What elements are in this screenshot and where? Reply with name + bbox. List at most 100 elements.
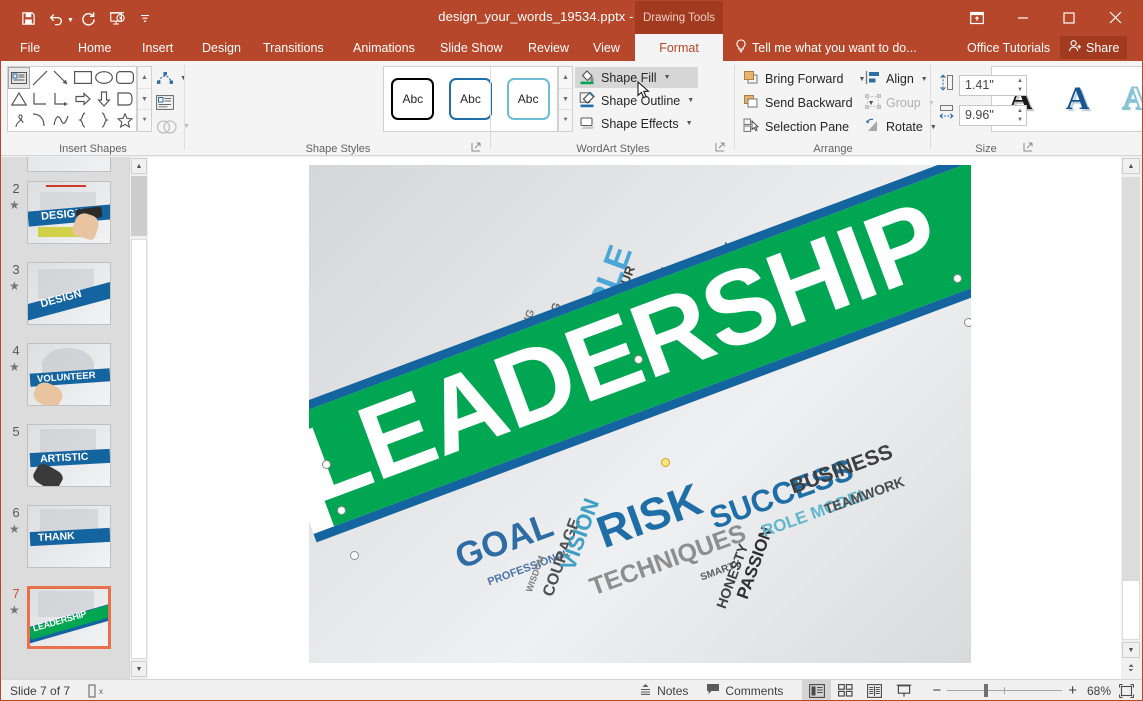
shape-style-preset-2[interactable]: Abc — [449, 78, 492, 120]
shapes-gallery[interactable] — [7, 66, 137, 132]
zoom-level-label[interactable]: 68% — [1083, 680, 1115, 701]
slide-surface[interactable]: MEETING PROCESSING PEOPLE ENTREPRENEUR H… — [309, 165, 971, 663]
wordart-dialog-launcher[interactable] — [715, 142, 727, 154]
wordart-preset-2[interactable]: A — [1066, 81, 1090, 118]
shape-styles-dialog-launcher[interactable] — [471, 142, 483, 154]
send-backward-button[interactable]: Send Backward ▼ — [741, 92, 877, 114]
right-arrow-shape[interactable] — [73, 89, 93, 109]
slide-scrollbar[interactable]: ▲ ▼ ⏶ ⏷ — [1121, 157, 1142, 679]
close-icon[interactable] — [1092, 1, 1138, 34]
rounded-rectangle-shape[interactable] — [115, 68, 135, 88]
thumbnail-image[interactable]: DESIGN — [27, 181, 111, 244]
comments-icon — [706, 683, 720, 698]
selection-handle-rotate[interactable] — [634, 355, 643, 364]
selection-handle-bottom-left[interactable] — [350, 551, 359, 560]
shape-width-input[interactable]: 9.96" ▲▼ — [959, 105, 1027, 126]
slide-thumbnail-pane[interactable]: 2 ★ DESIGN 3 ★ DESIGN 4 — [1, 157, 129, 679]
shape-width-stepper[interactable]: ▲▼ — [1017, 107, 1023, 125]
selection-handle-right[interactable] — [964, 318, 971, 327]
shapes-gallery-scroll[interactable]: ▲ ▼ ⯆ — [137, 66, 152, 132]
thumb-scroll-thumb[interactable] — [131, 176, 147, 236]
notes-button[interactable]: Notes — [630, 680, 697, 701]
thumbnail-image[interactable]: ARTISTIC — [27, 424, 111, 487]
wordart-preset-3[interactable]: A — [1123, 81, 1143, 118]
tab-format[interactable]: Format — [635, 34, 723, 61]
language-check-icon[interactable]: x — [79, 680, 113, 701]
tab-file[interactable]: File — [9, 34, 51, 61]
selection-handle-top-left[interactable] — [322, 460, 331, 469]
zoom-slider[interactable] — [947, 680, 1062, 701]
shapes-scroll-up-icon[interactable]: ▲ — [138, 67, 151, 89]
slide-scroll-track[interactable] — [1122, 177, 1140, 580]
thumbnail-image[interactable] — [27, 157, 111, 172]
tab-slide-show[interactable]: Slide Show — [429, 34, 514, 61]
tab-view[interactable]: View — [582, 34, 631, 61]
triangle-shape[interactable] — [9, 89, 29, 109]
zoom-in-button[interactable]: + — [1062, 680, 1083, 701]
rectangle-shape[interactable] — [73, 68, 93, 88]
tab-home[interactable]: Home — [67, 34, 122, 61]
tab-review[interactable]: Review — [517, 34, 580, 61]
slide-indicator[interactable]: Slide 7 of 7 — [1, 680, 79, 701]
down-arrow-shape[interactable] — [94, 89, 114, 109]
oval-shape[interactable] — [94, 68, 114, 88]
tab-transitions[interactable]: Transitions — [252, 34, 335, 61]
elbow-arrow-connector-shape[interactable] — [51, 89, 71, 109]
arrow-line-shape[interactable] — [51, 68, 71, 88]
thumb-scroll-down-button[interactable]: ▼ — [131, 661, 147, 677]
scribble-shape[interactable] — [9, 110, 29, 130]
tab-insert[interactable]: Insert — [131, 34, 184, 61]
slide-scroll-thumb[interactable] — [1122, 580, 1140, 640]
zoom-out-button[interactable]: − — [926, 680, 947, 701]
tab-animations[interactable]: Animations — [342, 34, 426, 61]
selection-handle-top-right[interactable] — [953, 274, 962, 283]
reading-view-button[interactable] — [860, 680, 889, 701]
selection-pane-button[interactable]: Selection Pane — [741, 116, 877, 138]
rotate-button[interactable]: Rotate ▼ — [863, 116, 939, 138]
shape-height-input[interactable]: 1.41" ▲▼ — [959, 75, 1027, 96]
star-shape[interactable] — [115, 110, 135, 130]
shapes-more-icon[interactable]: ⯆ — [138, 110, 151, 131]
thumbnail-scrollbar[interactable]: ▲ ▼ — [129, 157, 147, 679]
thumbnail-image[interactable]: THANK — [27, 505, 111, 568]
comments-button[interactable]: Comments — [697, 680, 792, 701]
tab-design[interactable]: Design — [191, 34, 252, 61]
restore-icon[interactable] — [1046, 1, 1092, 34]
ribbon-group-insert-shapes: ▲ ▼ ⯆ ▼ ▼ Insert Shapes — [1, 61, 185, 156]
shape-style-preset-1[interactable]: Abc — [391, 78, 434, 120]
thumb-scroll-track[interactable] — [131, 239, 147, 659]
tell-me-box[interactable]: Tell me what you want to do... — [735, 34, 917, 61]
right-brace-shape[interactable] — [94, 110, 114, 130]
line-shape[interactable] — [30, 68, 50, 88]
left-brace-shape[interactable] — [73, 110, 93, 130]
curve-shape[interactable] — [51, 110, 71, 130]
shape-height-stepper[interactable]: ▲▼ — [1017, 77, 1023, 95]
arc-shape[interactable] — [30, 110, 50, 130]
slide-scroll-up-button[interactable]: ▲ — [1122, 158, 1140, 174]
fit-slide-icon[interactable] — [1115, 680, 1142, 701]
selection-handle-left[interactable] — [337, 506, 346, 515]
slide-scroll-down-button[interactable]: ▼ — [1122, 642, 1140, 658]
adjustment-handle[interactable] — [661, 458, 670, 467]
next-slide-button[interactable]: ⏷ — [1122, 663, 1140, 679]
minimize-icon[interactable] — [1000, 1, 1046, 34]
office-tutorials-link[interactable]: Office Tutorials — [967, 34, 1050, 61]
size-dialog-launcher[interactable] — [1023, 142, 1035, 154]
slide-sorter-view-button[interactable] — [831, 680, 860, 701]
pentagon-tag-shape[interactable] — [115, 89, 135, 109]
thumbnail-image[interactable]: VOLUNTEER — [27, 343, 111, 406]
thumbnail-image[interactable]: LEADERSHIP — [27, 586, 111, 649]
align-dropdown-icon[interactable]: ▼ — [921, 76, 928, 83]
ribbon-display-options-icon[interactable] — [954, 1, 1000, 34]
slide-show-button[interactable] — [889, 680, 918, 701]
normal-view-button[interactable] — [802, 680, 831, 701]
thumb-scroll-up-button[interactable]: ▲ — [131, 158, 147, 174]
thumbnail-image[interactable]: DESIGN — [27, 262, 111, 325]
zoom-slider-knob[interactable] — [984, 684, 988, 697]
shapes-scroll-down-icon[interactable]: ▼ — [138, 89, 151, 111]
elbow-connector-shape[interactable] — [30, 89, 50, 109]
bring-forward-button[interactable]: Bring Forward ▼ — [741, 68, 877, 90]
align-button[interactable]: Align ▼ — [863, 68, 939, 90]
textbox-shape[interactable] — [9, 68, 29, 88]
share-button[interactable]: Share — [1060, 36, 1127, 59]
